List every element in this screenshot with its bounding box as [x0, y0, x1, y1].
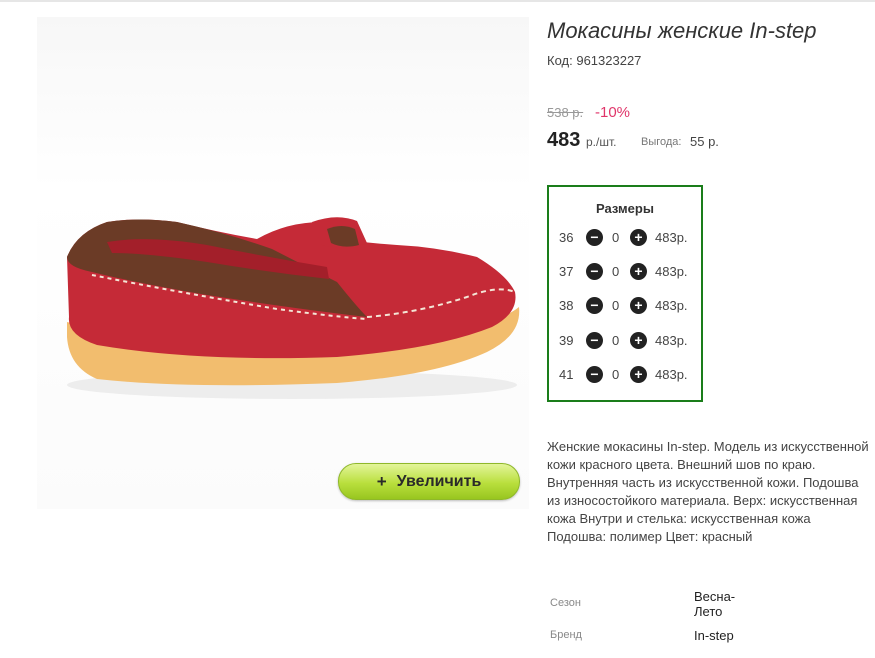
size-row: 39 − 0 + 483р. [549, 331, 701, 351]
savings-value: 55 р. [690, 134, 719, 149]
savings-label: Выгода: [641, 136, 682, 148]
zoom-button-label: Увеличить [396, 472, 482, 490]
current-price: 483 [547, 129, 581, 151]
size-quantity: 0 [612, 230, 620, 245]
size-number: 36 [559, 230, 574, 245]
spec-value-brand: In-step [694, 628, 734, 643]
sizes-panel: Размеры 36 − 0 + 483р. 37 − 0 + 483р. 38… [547, 185, 703, 402]
increase-quantity-button[interactable]: + [630, 229, 647, 246]
size-row: 41 − 0 + 483р. [549, 365, 701, 385]
increase-quantity-button[interactable]: + [630, 263, 647, 280]
spec-label-season: Сезон [550, 597, 581, 609]
plus-icon: + [376, 471, 387, 491]
increase-quantity-button[interactable]: + [630, 332, 647, 349]
size-row: 37 − 0 + 483р. [549, 262, 701, 282]
decrease-quantity-button[interactable]: − [586, 297, 603, 314]
shoe-illustration [67, 217, 520, 399]
size-price: 483р. [655, 333, 688, 348]
size-quantity: 0 [612, 264, 620, 279]
old-price: 538 р. [547, 105, 584, 120]
increase-quantity-button[interactable]: + [630, 297, 647, 314]
product-code: Код: 961323227 [547, 53, 641, 68]
decrease-quantity-button[interactable]: − [586, 366, 603, 383]
decrease-quantity-button[interactable]: − [586, 229, 603, 246]
size-quantity: 0 [612, 367, 620, 382]
size-row: 38 − 0 + 483р. [549, 296, 701, 316]
top-divider [0, 0, 875, 2]
size-price: 483р. [655, 298, 688, 313]
product-description: Женские мокасины In-step. Модель из иску… [547, 439, 869, 544]
size-quantity: 0 [612, 333, 620, 348]
size-price: 483р. [655, 230, 688, 245]
increase-quantity-button[interactable]: + [630, 366, 647, 383]
size-number: 39 [559, 333, 574, 348]
spec-label-brand: Бренд [550, 629, 582, 641]
zoom-button[interactable]: + Увеличить [338, 463, 520, 500]
product-image[interactable]: + Увеличить [37, 17, 529, 509]
size-row: 36 − 0 + 483р. [549, 228, 701, 248]
product-code-label: Код: [547, 53, 573, 68]
size-price: 483р. [655, 264, 688, 279]
discount-badge: -10% [595, 104, 631, 121]
size-price: 483р. [655, 367, 688, 382]
product-code-value: 961323227 [576, 53, 642, 68]
size-number: 37 [559, 264, 574, 279]
spec-value-season: Весна-Лето [694, 589, 736, 619]
sizes-title: Размеры [596, 201, 654, 216]
decrease-quantity-button[interactable]: − [586, 263, 603, 280]
size-number: 41 [559, 367, 574, 382]
size-number: 38 [559, 298, 574, 313]
product-title: Мокасины женские In-step [547, 18, 817, 43]
size-quantity: 0 [612, 298, 620, 313]
price-unit: р./шт. [586, 135, 617, 149]
decrease-quantity-button[interactable]: − [586, 332, 603, 349]
